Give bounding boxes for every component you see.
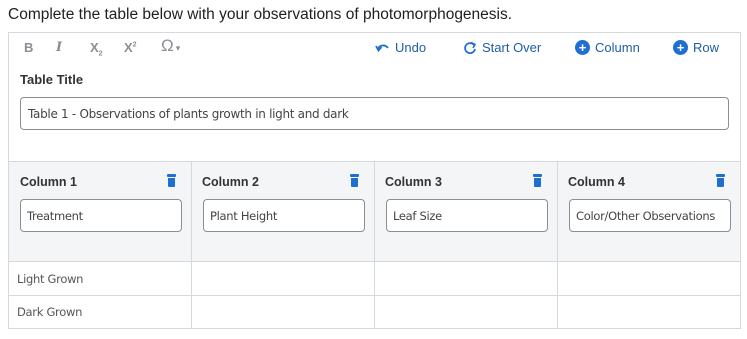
column-1-header-input[interactable] (20, 199, 182, 232)
column-divider (191, 162, 192, 328)
superscript-base: X (124, 40, 133, 55)
subscript-base: X (90, 40, 99, 55)
trash-icon[interactable] (167, 174, 176, 187)
row-divider (9, 295, 740, 296)
chevron-down-icon: ▾ (175, 43, 181, 53)
table-editor: B I X2 X2 Ω ▾ Undo Start Over + Column + … (8, 32, 741, 329)
special-character-button[interactable]: Ω ▾ (161, 36, 180, 56)
undo-button[interactable]: Undo (375, 40, 426, 55)
italic-button[interactable]: I (56, 40, 62, 55)
plus-circle-icon: + (673, 40, 688, 55)
column-3-label: Column 3 (385, 175, 442, 189)
trash-icon[interactable] (350, 174, 359, 187)
subscript-button[interactable]: X2 (90, 40, 103, 58)
table-title-input[interactable] (20, 97, 729, 130)
add-row-label: Row (693, 40, 720, 55)
column-2-label: Column 2 (202, 175, 259, 189)
row-1-label: Light Grown (17, 272, 84, 286)
add-row-button[interactable]: + Row (673, 40, 719, 55)
row-divider (9, 261, 740, 262)
add-column-button[interactable]: + Column (575, 40, 640, 55)
add-column-label: Column (595, 40, 640, 55)
restart-icon (464, 41, 477, 54)
data-table: Column 1 Column 2 Column 3 Column 4 Ligh… (9, 161, 740, 328)
column-1-label: Column 1 (20, 175, 77, 189)
table-title-label: Table Title (20, 72, 84, 87)
trash-icon[interactable] (716, 174, 725, 187)
bold-button[interactable]: B (24, 40, 33, 55)
start-over-label: Start Over (482, 40, 542, 55)
column-4-label: Column 4 (568, 175, 625, 189)
undo-icon (375, 44, 389, 53)
trash-icon[interactable] (533, 174, 542, 187)
plus-circle-icon: + (575, 40, 590, 55)
prompt-text: Complete the table below with your obser… (8, 6, 513, 23)
column-2-header-input[interactable] (203, 199, 365, 232)
undo-label: Undo (395, 40, 427, 55)
toolbar: B I X2 X2 Ω ▾ Undo Start Over + Column + … (9, 33, 740, 63)
superscript-button[interactable]: X2 (124, 40, 137, 55)
superscript-mark: 2 (132, 41, 137, 49)
subscript-mark: 2 (98, 50, 103, 58)
column-divider (374, 162, 375, 328)
row-2-label: Dark Grown (17, 305, 83, 319)
column-divider (557, 162, 558, 328)
column-4-header-input[interactable] (569, 199, 731, 232)
start-over-button[interactable]: Start Over (463, 40, 541, 55)
omega-icon: Ω (161, 36, 174, 55)
column-3-header-input[interactable] (386, 199, 548, 232)
